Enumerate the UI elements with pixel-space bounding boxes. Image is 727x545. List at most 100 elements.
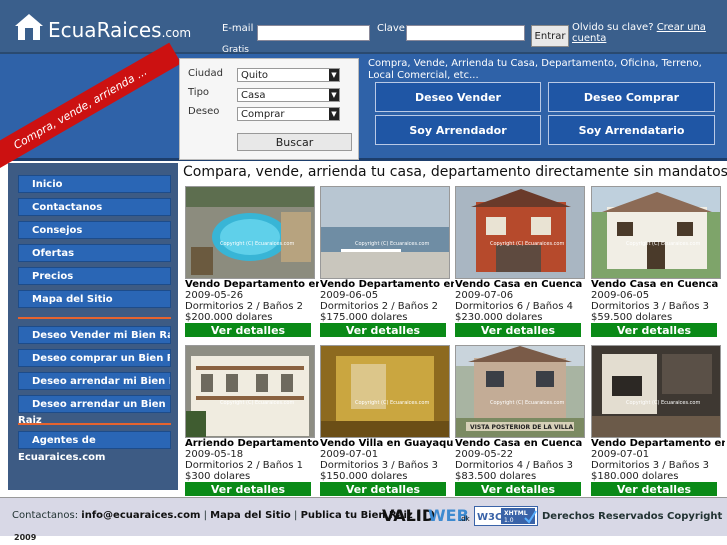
nav-agents[interactable]: Agentes de bbox=[18, 431, 171, 449]
listing-card[interactable]: Copyright (C) Ecuaraices.com Arriendo Dep… bbox=[185, 345, 319, 496]
listing-photo[interactable]: Copyright (C) Ecuaraices.com bbox=[320, 345, 450, 438]
type-label: Tipo bbox=[188, 87, 210, 98]
photo-watermark: Copyright (C) Ecuaraices.com bbox=[626, 400, 700, 406]
listing-rooms: Dormitorios 3 / Baños 3 bbox=[591, 301, 709, 312]
listing-date: 2009-06-05 bbox=[320, 290, 379, 301]
agents-site-text: Ecuaraices.com bbox=[18, 452, 106, 463]
svg-text:XHTML: XHTML bbox=[504, 510, 528, 517]
listing-rooms: Dormitorios 3 / Baños 3 bbox=[320, 460, 438, 471]
listing-card[interactable]: Copyright (C) Ecuaraices.com Vendo Depart… bbox=[185, 186, 319, 337]
footer-sitemap-link[interactable]: Mapa del Sitio bbox=[210, 510, 291, 521]
listing-date: 2009-07-01 bbox=[320, 449, 379, 460]
email-input[interactable] bbox=[257, 25, 370, 41]
listing-price: $175.000 dolares bbox=[320, 312, 408, 323]
listing-card[interactable]: Copyright (C) Ecuaraices.com Vendo Depart… bbox=[320, 186, 454, 337]
enter-button[interactable]: Entrar bbox=[531, 25, 569, 47]
page-title: Compara, vende, arrienda tu casa, depart… bbox=[183, 164, 727, 180]
want-buy-button[interactable]: Deseo Comprar bbox=[548, 82, 715, 112]
view-details-button[interactable]: Ver detalles bbox=[591, 323, 717, 337]
photo-caption: VISTA POSTERIOR DE LA VILLA bbox=[470, 424, 573, 431]
view-details-button[interactable]: Ver detalles bbox=[455, 323, 581, 337]
listing-title[interactable]: Vendo Villa en Guayaquil bbox=[320, 438, 454, 449]
city-label: Ciudad bbox=[188, 68, 223, 79]
listing-photo[interactable]: Copyright (C) Ecuaraices.com VISTA POSTER… bbox=[455, 345, 585, 438]
listing-title[interactable]: Vendo Departamento en bbox=[185, 279, 319, 290]
listing-title[interactable]: Vendo Departamento en bbox=[320, 279, 454, 290]
listing-price: $59.500 dolares bbox=[591, 312, 673, 323]
listing-card[interactable]: Copyright (C) Ecuaraices.com VISTA POSTER… bbox=[455, 345, 585, 496]
listing-price: $300 dolares bbox=[185, 471, 251, 482]
nav-contact[interactable]: Contactanos bbox=[18, 198, 171, 216]
landlord-button[interactable]: Soy Arrendador bbox=[375, 115, 541, 145]
want-sell-button[interactable]: Deseo Vender bbox=[375, 82, 541, 112]
listing-title[interactable]: Vendo Casa en Cuenca bbox=[455, 279, 589, 290]
type-select[interactable]: Casa ▼ bbox=[237, 88, 340, 102]
view-details-button[interactable]: Ver detalles bbox=[320, 482, 446, 496]
listing-title[interactable]: Vendo Casa en Cuenca bbox=[455, 438, 589, 449]
nav-sitemap[interactable]: Mapa del Sitio bbox=[18, 290, 171, 308]
sidebar-divider bbox=[18, 317, 171, 319]
password-label: Clave bbox=[377, 23, 405, 34]
listing-title[interactable]: Vendo Departamento en bbox=[591, 438, 725, 449]
logo-text[interactable]: EcuaRaices.com bbox=[48, 18, 191, 42]
view-details-button[interactable]: Ver detalles bbox=[185, 323, 311, 337]
view-details-button[interactable]: Ver detalles bbox=[320, 323, 446, 337]
chevron-down-icon: ▼ bbox=[329, 108, 339, 120]
listing-date: 2009-07-06 bbox=[455, 290, 514, 301]
listing-date: 2009-05-26 bbox=[185, 290, 244, 301]
nav-offers[interactable]: Ofertas bbox=[18, 244, 171, 262]
footer-email-link[interactable]: info@ecuaraices.com bbox=[81, 510, 200, 521]
photo-watermark: Copyright (C) Ecuaraices.com bbox=[220, 400, 294, 406]
nav-tips[interactable]: Consejos bbox=[18, 221, 171, 239]
nav-prices[interactable]: Precios bbox=[18, 267, 171, 285]
search-button[interactable]: Buscar bbox=[237, 133, 352, 151]
house-logo-icon[interactable] bbox=[14, 12, 44, 42]
city-select[interactable]: Quito ▼ bbox=[237, 68, 340, 82]
listing-title[interactable]: Vendo Casa en Cuenca bbox=[591, 279, 725, 290]
listing-card[interactable]: Copyright (C) Ecuaraices.com Vendo Depart… bbox=[591, 345, 725, 496]
validweb-badge[interactable]: VALID WEB .dk bbox=[382, 506, 472, 524]
listing-rooms: Dormitorios 2 / Baños 2 bbox=[320, 301, 438, 312]
tenant-button[interactable]: Soy Arrendatario bbox=[548, 115, 715, 145]
svg-text:1.0: 1.0 bbox=[504, 517, 514, 524]
nav-home[interactable]: Inicio bbox=[18, 175, 171, 193]
listing-photo[interactable]: Copyright (C) Ecuaraices.com bbox=[185, 186, 315, 279]
photo-watermark: Copyright (C) Ecuaraices.com bbox=[220, 241, 294, 247]
listing-title[interactable]: Arriendo Departamento bbox=[185, 438, 319, 449]
svg-text:.dk: .dk bbox=[459, 515, 471, 523]
view-details-button[interactable]: Ver detalles bbox=[455, 482, 581, 496]
listing-card[interactable]: Copyright (C) Ecuaraices.com Vendo Casa e… bbox=[455, 186, 585, 337]
view-details-button[interactable]: Ver detalles bbox=[185, 482, 311, 496]
listing-photo[interactable]: Copyright (C) Ecuaraices.com bbox=[320, 186, 450, 279]
photo-watermark: Copyright (C) Ecuaraices.com bbox=[626, 241, 700, 247]
listing-rooms: Dormitorios 2 / Baños 1 bbox=[185, 460, 303, 471]
password-input[interactable] bbox=[406, 25, 525, 41]
listing-card[interactable]: Copyright (C) Ecuaraices.com Vendo Villa … bbox=[320, 345, 454, 496]
listing-price: $200.000 dolares bbox=[185, 312, 273, 323]
listing-date: 2009-07-01 bbox=[591, 449, 650, 460]
listing-photo[interactable]: Copyright (C) Ecuaraices.com bbox=[185, 345, 315, 438]
wish-select[interactable]: Comprar ▼ bbox=[237, 107, 340, 121]
view-details-button[interactable]: Ver detalles bbox=[591, 482, 717, 496]
photo-watermark: Copyright (C) Ecuaraices.com bbox=[355, 241, 429, 247]
footer-links: Contactanos: info@ecuaraices.com | Mapa … bbox=[12, 510, 420, 521]
listing-price: $180.000 dolares bbox=[591, 471, 679, 482]
listing-rooms: Dormitorios 3 / Baños 3 bbox=[591, 460, 709, 471]
listing-card[interactable]: Copyright (C) Ecuaraices.com Vendo Casa e… bbox=[591, 186, 721, 337]
listing-photo[interactable]: Copyright (C) Ecuaraices.com bbox=[455, 186, 585, 279]
nav-sell-property[interactable]: Deseo Vender mi Bien Raiz bbox=[18, 326, 171, 344]
nav-rent-out-property[interactable]: Deseo arrendar mi Bien Rai bbox=[18, 372, 171, 390]
nav-buy-property[interactable]: Deseo comprar un Bien Raiz bbox=[18, 349, 171, 367]
listing-rooms: Dormitorios 6 / Baños 4 bbox=[455, 301, 573, 312]
wish-label: Deseo bbox=[188, 106, 220, 117]
nav-rent-property[interactable]: Deseo arrendar un Bien bbox=[18, 395, 171, 413]
listing-rooms: Dormitorios 4 / Baños 3 bbox=[455, 460, 573, 471]
listing-date: 2009-06-05 bbox=[591, 290, 650, 301]
listing-photo[interactable]: Copyright (C) Ecuaraices.com bbox=[591, 186, 721, 279]
listing-date: 2009-05-22 bbox=[455, 449, 514, 460]
copyright-year: 2009 bbox=[14, 533, 37, 542]
chevron-down-icon: ▼ bbox=[329, 69, 339, 81]
listing-price: $83.500 dolares bbox=[455, 471, 537, 482]
listing-photo[interactable]: Copyright (C) Ecuaraices.com bbox=[591, 345, 721, 438]
w3c-xhtml-badge[interactable]: W3C XHTML 1.0 bbox=[474, 506, 538, 526]
